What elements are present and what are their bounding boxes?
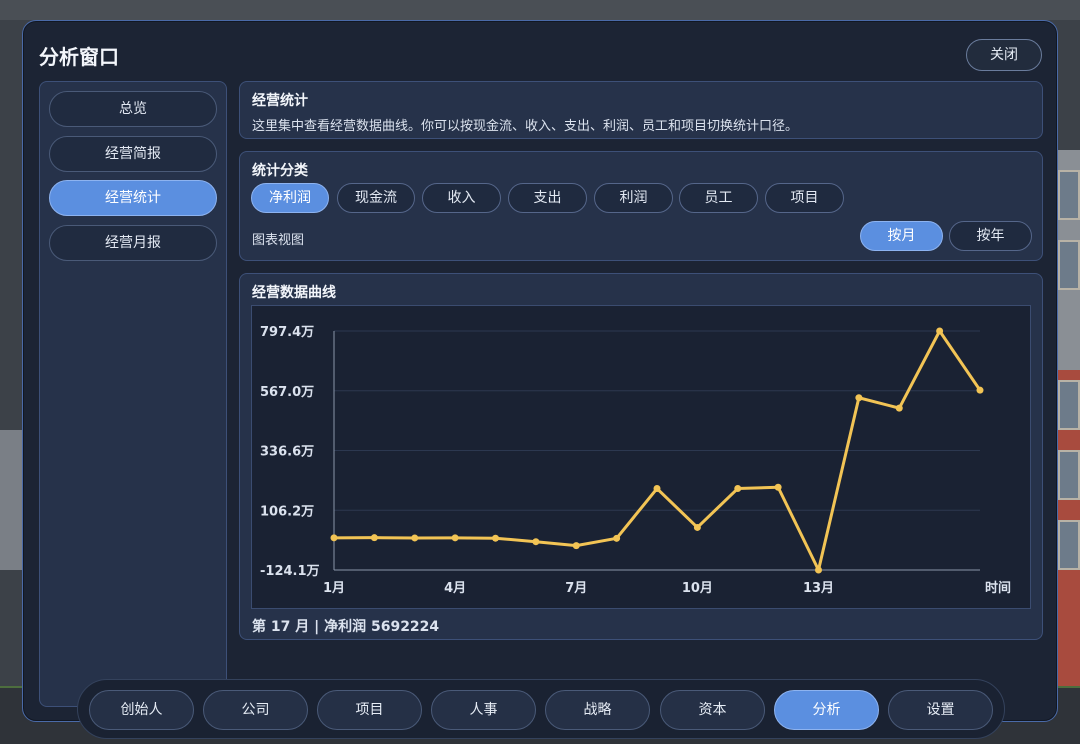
data-point xyxy=(613,534,621,542)
period-yearly-button[interactable]: 按年 xyxy=(949,221,1032,251)
chart-panel-title: 经营数据曲线 xyxy=(252,285,336,301)
bottom-navigation: 创始人 公司 项目 人事 战略 资本 分析 设置 xyxy=(77,679,1005,739)
data-point xyxy=(936,327,944,335)
data-point xyxy=(653,485,661,493)
data-point xyxy=(451,534,459,542)
intro-description: 这里集中查看经营数据曲线。你可以按现金流、收入、支出、利润、员工和项目切换统计口… xyxy=(252,119,799,134)
chip-expense[interactable]: 支出 xyxy=(508,183,587,213)
chip-profit[interactable]: 利润 xyxy=(594,183,673,213)
chip-net-profit[interactable]: 净利润 xyxy=(251,183,329,213)
data-point xyxy=(895,404,903,412)
y-tick-label: 567.0万 xyxy=(260,385,314,400)
x-axis-label: 时间 xyxy=(985,580,1011,596)
nav-founder[interactable]: 创始人 xyxy=(89,690,194,730)
chip-income[interactable]: 收入 xyxy=(422,183,501,213)
data-point xyxy=(492,534,499,542)
data-point xyxy=(976,386,984,394)
intro-panel: 经营统计 这里集中查看经营数据曲线。你可以按现金流、收入、支出、利润、员工和项目… xyxy=(239,81,1043,139)
chip-staff[interactable]: 员工 xyxy=(679,183,758,213)
data-point xyxy=(411,534,419,542)
nav-personnel[interactable]: 人事 xyxy=(431,690,536,730)
x-tick-label: 1月 xyxy=(323,581,345,596)
data-point xyxy=(734,485,742,493)
sidebar-item-overview[interactable]: 总览 xyxy=(49,91,217,127)
chip-projects[interactable]: 项目 xyxy=(765,183,844,213)
line-chart: 797.4万 567.0万 336.6万 106.2万 -124.1万 1月 4月 7月 10月… xyxy=(251,305,1031,609)
y-tick-label: 336.6万 xyxy=(260,445,314,460)
data-point xyxy=(815,566,822,574)
x-tick-label: 4月 xyxy=(444,581,466,596)
y-tick-label: 106.2万 xyxy=(260,504,314,519)
data-point xyxy=(370,534,378,542)
x-tick-label: 7月 xyxy=(565,581,587,596)
sidebar-item-monthly-report[interactable]: 经营月报 xyxy=(49,225,217,261)
chart-panel: 经营数据曲线 797.4万 567.0万 336.6万 106.2万 -124.1万 1月… xyxy=(239,273,1043,640)
background-building-left xyxy=(0,430,22,570)
category-panel: 统计分类 净利润 现金流 收入 支出 利润 员工 项目 图表视图 按月 按年 xyxy=(239,151,1043,261)
sidebar: 总览 经营简报 经营统计 经营月报 xyxy=(39,81,227,707)
chart-svg: 797.4万 567.0万 336.6万 106.2万 -124.1万1月 4月 7月 10月… xyxy=(260,325,1011,596)
y-tick-label: 797.4万 xyxy=(260,325,314,340)
close-button[interactable]: 关闭 xyxy=(966,39,1042,71)
chip-cash-flow[interactable]: 现金流 xyxy=(337,183,415,213)
y-tick-label: -124.1万 xyxy=(260,564,320,579)
sidebar-item-business-stats[interactable]: 经营统计 xyxy=(49,180,217,216)
sidebar-item-business-brief[interactable]: 经营简报 xyxy=(49,136,217,172)
nav-company[interactable]: 公司 xyxy=(203,690,308,730)
data-point xyxy=(330,534,338,542)
data-point xyxy=(532,538,540,546)
window-title: 分析窗口 xyxy=(39,45,119,69)
x-tick-label: 13月 xyxy=(803,581,834,596)
nav-capital[interactable]: 资本 xyxy=(660,690,765,730)
nav-settings[interactable]: 设置 xyxy=(888,690,993,730)
nav-analysis[interactable]: 分析 xyxy=(774,690,879,730)
chart-view-label: 图表视图 xyxy=(252,233,305,248)
nav-projects[interactable]: 项目 xyxy=(317,690,422,730)
data-point xyxy=(855,394,863,402)
selected-point-info: 第 17 月 | 净利润 5692224 xyxy=(252,619,440,635)
analysis-window: 分析窗口 关闭 总览 经营简报 经营统计 经营月报 经营统计 这里集中查看经营数… xyxy=(22,20,1058,722)
period-monthly-button[interactable]: 按月 xyxy=(860,221,943,251)
nav-strategy[interactable]: 战略 xyxy=(545,690,650,730)
x-tick-label: 10月 xyxy=(682,581,713,596)
data-point xyxy=(774,483,782,491)
data-point xyxy=(572,542,580,550)
background-top xyxy=(0,0,1080,20)
data-point xyxy=(693,523,701,531)
intro-title: 经营统计 xyxy=(252,93,308,109)
category-title: 统计分类 xyxy=(252,163,308,179)
